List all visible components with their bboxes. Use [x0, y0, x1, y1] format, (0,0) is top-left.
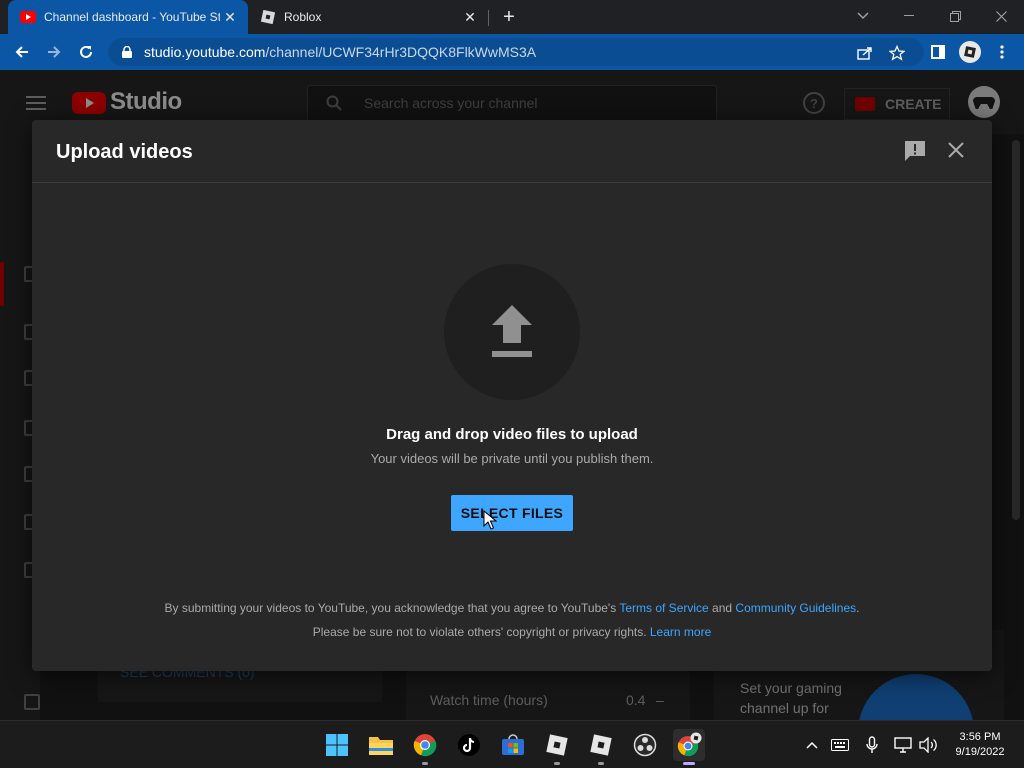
upload-arrow-icon [492, 305, 532, 357]
chrome-icon[interactable] [409, 729, 441, 765]
select-files-button[interactable]: SELECT FILES [451, 495, 573, 531]
youtube-icon [20, 9, 36, 25]
restore-button[interactable] [932, 0, 978, 32]
roblox-icon [260, 9, 276, 25]
system-clock[interactable]: 3:56 PM 9/19/2022 [940, 730, 1020, 760]
legal-period: . [856, 601, 860, 615]
minimize-button[interactable] [886, 0, 932, 32]
obs-icon[interactable] [629, 729, 661, 761]
drag-drop-subtitle: Your videos will be private until you pu… [370, 451, 654, 466]
side-panel-icon[interactable] [926, 40, 950, 64]
network-icon[interactable] [893, 735, 913, 755]
forward-button[interactable] [42, 40, 66, 64]
upload-videos-dialog: Upload videos Drag and drop video files … [32, 120, 992, 671]
legal-line-2: Please be sure not to violate others' co… [32, 625, 992, 639]
close-window-button[interactable] [978, 0, 1024, 32]
profile-avatar[interactable] [958, 40, 982, 64]
address-bar[interactable]: studio.youtube.com/channel/UCWF34rHr3DQQ… [108, 38, 924, 66]
roblox-icon[interactable] [541, 729, 573, 765]
new-tab-button[interactable]: + [498, 6, 520, 28]
volume-icon[interactable] [918, 735, 938, 755]
show-hidden-icons-chevron-icon[interactable] [802, 735, 822, 755]
running-indicator [598, 762, 604, 765]
browser-toolbar: studio.youtube.com/channel/UCWF34rHr3DQQ… [0, 34, 1024, 70]
tab-roblox[interactable]: Roblox ✕ [252, 0, 488, 34]
learn-more-link[interactable]: Learn more [650, 625, 711, 639]
file-explorer-icon[interactable] [365, 729, 397, 761]
upload-drop-zone[interactable] [444, 264, 580, 400]
running-indicator [422, 762, 428, 765]
running-indicator [554, 762, 560, 765]
browser-tab-strip: Channel dashboard - YouTube St ✕ Roblox … [0, 0, 1024, 34]
legal-line-1: By submitting your videos to YouTube, yo… [32, 601, 992, 615]
legal-text-2: Please be sure not to violate others' co… [312, 625, 650, 639]
legal-and: and [708, 601, 736, 615]
dialog-title: Upload videos [56, 141, 193, 163]
legal-text-1: By submitting your videos to YouTube, yo… [164, 601, 620, 615]
dialog-divider [32, 182, 992, 183]
windows-taskbar: 3:56 PM 9/19/2022 [0, 720, 1024, 768]
terms-of-service-link[interactable]: Terms of Service [619, 601, 708, 615]
tab-title: Channel dashboard - YouTube St [44, 10, 220, 24]
microphone-icon[interactable] [862, 735, 882, 755]
drag-drop-title: Drag and drop video files to upload [386, 426, 638, 443]
close-tab-icon[interactable]: ✕ [220, 7, 240, 27]
roblox-studio-icon[interactable] [585, 729, 617, 765]
clock-time: 3:56 PM [959, 731, 1001, 743]
reload-button[interactable] [74, 40, 98, 64]
microsoft-store-icon[interactable] [497, 729, 529, 761]
browser-menu-icon[interactable] [990, 40, 1014, 64]
url-text: studio.youtube.com/channel/UCWF34rHr3DQQ… [144, 44, 536, 60]
tiktok-icon[interactable] [453, 729, 485, 761]
url-host: studio.youtube.com [144, 44, 266, 60]
mouse-cursor-icon [483, 509, 498, 530]
running-indicator [683, 762, 695, 765]
tab-separator [488, 10, 489, 26]
community-guidelines-link[interactable]: Community Guidelines [735, 601, 856, 615]
back-button[interactable] [10, 40, 34, 64]
tab-channel-dashboard[interactable]: Channel dashboard - YouTube St ✕ [8, 0, 248, 34]
clock-date: 9/19/2022 [955, 746, 1005, 758]
tab-search-chevron-icon[interactable] [840, 0, 886, 32]
bookmark-star-icon[interactable] [888, 44, 906, 62]
close-icon[interactable] [946, 140, 966, 160]
keyboard-icon[interactable] [830, 735, 850, 755]
feedback-icon[interactable] [904, 140, 928, 162]
url-path: /channel/UCWF34rHr3DQQK8FlkWwMS3A [265, 44, 537, 60]
lock-icon[interactable] [120, 45, 134, 59]
chrome-roblox-icon[interactable] [673, 729, 705, 765]
windows-start-icon[interactable] [321, 729, 353, 761]
tab-title: Roblox [284, 10, 322, 24]
close-tab-icon[interactable]: ✕ [460, 7, 480, 27]
share-icon[interactable] [856, 44, 874, 62]
